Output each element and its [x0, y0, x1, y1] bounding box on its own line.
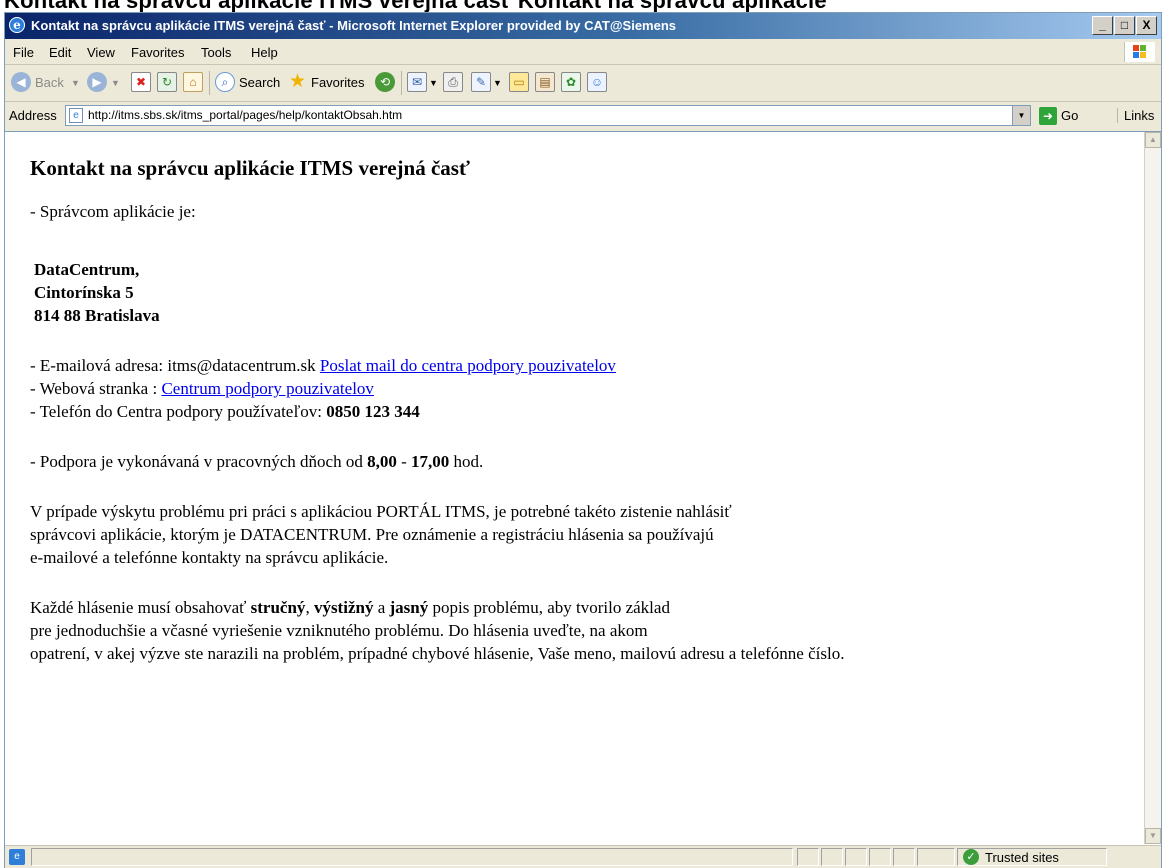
- hours-dash: -: [396, 452, 411, 471]
- favorites-star-icon[interactable]: ★: [289, 72, 306, 94]
- paragraph2-bold-brief: stručný: [250, 598, 306, 617]
- mail-dropdown-icon[interactable]: ▼: [429, 72, 438, 94]
- address-dropdown-icon[interactable]: ▼: [1012, 106, 1030, 125]
- hours-suffix: hod.: [449, 452, 484, 471]
- paragraph1-line2: správcovi aplikácie, ktorým je DATACENTR…: [30, 525, 714, 544]
- status-pane: [821, 848, 843, 866]
- address-input[interactable]: e http://itms.sbs.sk/itms_portal/pages/h…: [65, 105, 1031, 126]
- menu-file[interactable]: File: [13, 45, 34, 60]
- phone-prefix: - Telefón do Centra podpory používateľov…: [30, 402, 327, 421]
- back-dropdown-icon[interactable]: ▼: [71, 72, 80, 94]
- links-button[interactable]: Links: [1117, 108, 1154, 123]
- page-title: Kontakt na správcu aplikácie ITMS verejn…: [30, 156, 470, 180]
- home-icon[interactable]: ⌂: [183, 72, 203, 92]
- paragraph2-bold-accurate: výstižný: [313, 598, 374, 617]
- page-content: Kontakt na správcu aplikácie ITMS verejn…: [5, 132, 1141, 844]
- menu-edit[interactable]: Edit: [49, 45, 71, 60]
- trusted-zone-check-icon: ✓: [963, 849, 979, 865]
- messenger-icon[interactable]: ✿: [561, 72, 581, 92]
- administrator-intro: - Správcom aplikácie je:: [30, 202, 196, 221]
- security-zone-label: Trusted sites: [985, 850, 1059, 865]
- forward-arrow-icon[interactable]: ▶: [87, 72, 107, 92]
- status-text-pane: [31, 848, 793, 866]
- web-line: - Webová stranka : Centrum podpory pouzi…: [30, 378, 374, 400]
- address-line-street: Cintorínska 5: [34, 283, 134, 302]
- email-line: - E-mailová adresa: itms@datacentrum.sk …: [30, 355, 616, 377]
- web-prefix: - Webová stranka :: [30, 379, 162, 398]
- history-icon[interactable]: ⟲: [375, 72, 395, 92]
- paragraph2-line1: Každé hlásenie musí obsahovať stručný, v…: [30, 597, 670, 619]
- research-icon[interactable]: ▤: [535, 72, 555, 92]
- edit-dropdown-icon[interactable]: ▼: [493, 72, 502, 94]
- paragraph2-line2: pre jednoduchšie a včasné vyriešenie vzn…: [30, 621, 648, 640]
- hours-prefix: - Podpora je vykonávaná v pracovných dňo…: [30, 452, 368, 471]
- status-pane: [917, 848, 955, 866]
- menu-help[interactable]: Help: [251, 45, 278, 60]
- phone-number: 0850 123 344: [326, 402, 420, 421]
- close-button[interactable]: X: [1136, 16, 1157, 35]
- back-button-label[interactable]: Back: [35, 72, 64, 94]
- hours-start: 8,00: [367, 452, 397, 471]
- phone-line: - Telefón do Centra podpory používateľov…: [30, 401, 420, 423]
- menu-view[interactable]: View: [87, 45, 115, 60]
- refresh-icon[interactable]: ↻: [157, 72, 177, 92]
- edit-icon[interactable]: ✎: [471, 72, 491, 92]
- standard-toolbar: ◀ Back ▼ ▶ ▼ ✖ ↻ ⌂ ⌕ Search ★ Favorites …: [5, 65, 1161, 102]
- favorites-button-label[interactable]: Favorites: [311, 72, 364, 94]
- page-icon: e: [69, 108, 83, 123]
- address-line-city: 814 88 Bratislava: [34, 306, 160, 325]
- email-support-link[interactable]: Poslat mail do centra podpory pouzivatel…: [320, 356, 616, 375]
- hours-end: 17,00: [411, 452, 450, 471]
- search-magnifier-icon[interactable]: ⌕: [215, 72, 235, 92]
- toolbar-separator: [401, 71, 402, 95]
- mail-icon[interactable]: ✉: [407, 72, 427, 92]
- support-hours-line: - Podpora je vykonávaná v pracovných dňo…: [30, 451, 483, 473]
- address-label: Address: [9, 108, 57, 123]
- status-page-icon: e: [9, 849, 25, 865]
- back-arrow-icon[interactable]: ◀: [11, 72, 31, 92]
- people-icon[interactable]: ☺: [587, 72, 607, 92]
- toolbar-separator: [209, 71, 210, 95]
- paragraph1-line1: V prípade výskytu problému pri práci s a…: [30, 502, 732, 521]
- search-button-label[interactable]: Search: [239, 72, 280, 94]
- address-bar: Address e http://itms.sbs.sk/itms_portal…: [5, 102, 1161, 130]
- windows-flag-icon: [1124, 42, 1155, 62]
- status-pane: [869, 848, 891, 866]
- menu-favorites[interactable]: Favorites: [131, 45, 184, 60]
- paragraph1-line3: e-mailové a telefónne kontakty na správc…: [30, 548, 389, 567]
- maximize-button[interactable]: □: [1114, 16, 1135, 35]
- web-support-link[interactable]: Centrum podpory pouzivatelov: [161, 379, 373, 398]
- ie-logo-icon: e: [9, 17, 25, 33]
- paragraph2-bold-clear: jasný: [389, 598, 429, 617]
- window-title: Kontakt na správcu aplikácie ITMS verejn…: [31, 18, 677, 33]
- menu-tools[interactable]: Tools: [201, 45, 231, 60]
- scroll-up-arrow-icon[interactable]: ▲: [1145, 132, 1161, 148]
- page-viewport: Kontakt na správcu aplikácie ITMS verejn…: [5, 131, 1161, 845]
- browser-window: e Kontakt na správcu aplikácie ITMS vere…: [4, 12, 1162, 868]
- title-bar[interactable]: e Kontakt na správcu aplikácie ITMS vere…: [5, 13, 1161, 39]
- address-url[interactable]: http://itms.sbs.sk/itms_portal/pages/hel…: [88, 108, 402, 122]
- minimize-button[interactable]: _: [1092, 16, 1113, 35]
- scroll-down-arrow-icon[interactable]: ▼: [1145, 828, 1161, 844]
- paragraph2-line1-suffix: popis problému, aby tvorilo základ: [428, 598, 670, 617]
- discuss-icon[interactable]: ▭: [509, 72, 529, 92]
- email-prefix: - E-mailová adresa: itms@datacentrum.sk: [30, 356, 320, 375]
- paragraph2-sep1: ,: [305, 598, 314, 617]
- forward-dropdown-icon[interactable]: ▼: [111, 72, 120, 94]
- paragraph2-sep2: a: [373, 598, 390, 617]
- status-pane: [797, 848, 819, 866]
- address-line-company: DataCentrum,: [34, 260, 140, 279]
- stop-icon[interactable]: ✖: [131, 72, 151, 92]
- status-pane: [893, 848, 915, 866]
- status-pane: [845, 848, 867, 866]
- vertical-scrollbar[interactable]: ▲ ▼: [1144, 132, 1161, 844]
- paragraph2-line1-prefix: Každé hlásenie musí obsahovať: [30, 598, 251, 617]
- print-icon[interactable]: ⎙: [443, 72, 463, 92]
- paragraph2-line3: opatrení, v akej výzve ste narazili na p…: [30, 644, 845, 663]
- go-arrow-icon[interactable]: ➜: [1039, 107, 1057, 125]
- go-button[interactable]: Go: [1061, 108, 1078, 123]
- menu-bar: File Edit View Favorites Tools Help: [5, 40, 1161, 65]
- status-bar: e ✓ Trusted sites: [5, 845, 1161, 868]
